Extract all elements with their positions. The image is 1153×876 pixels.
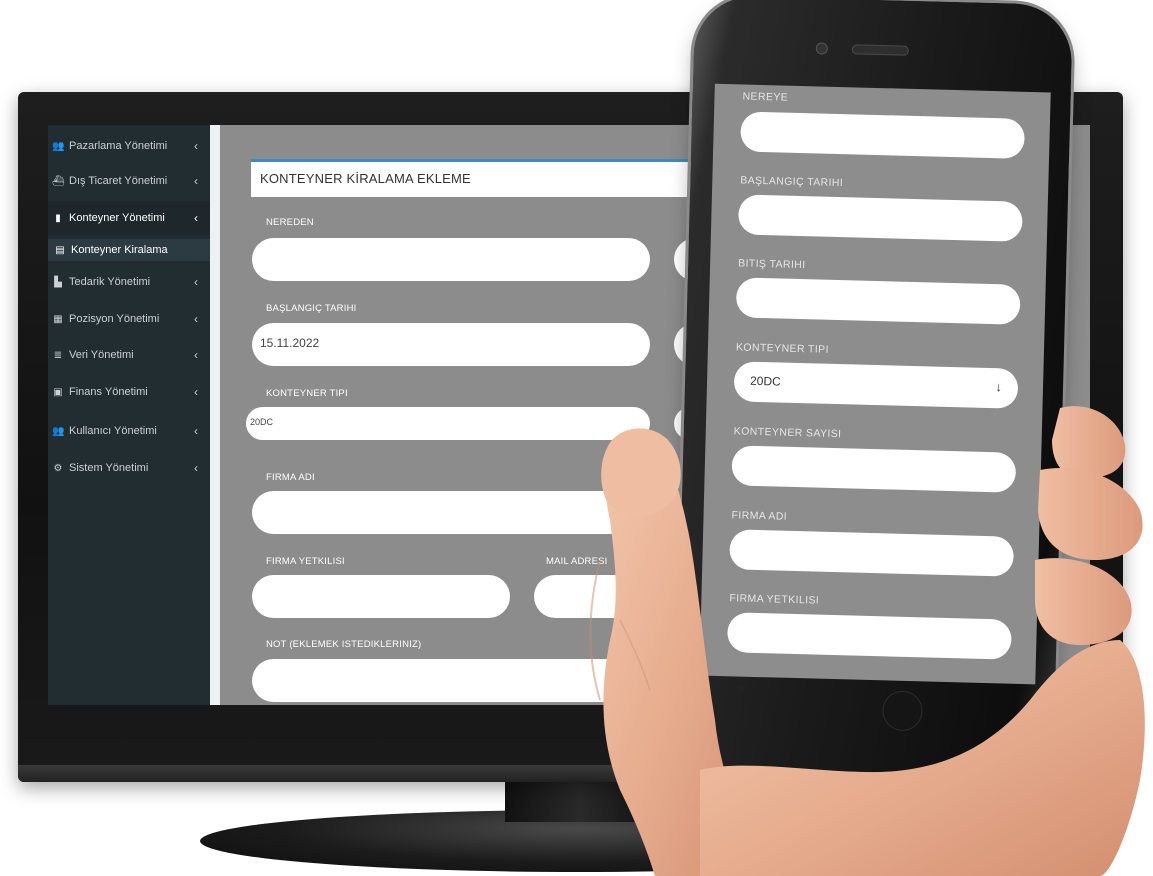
position-icon: ▦ xyxy=(53,313,63,325)
supply-icon: ▙ xyxy=(54,276,62,288)
speaker-grille xyxy=(851,44,909,56)
konteyner-tipi-label: KONTEYNER TIPI xyxy=(266,388,348,399)
users-icon: 👥 xyxy=(52,425,65,437)
firma-adi-label: FIRMA ADI xyxy=(731,509,788,523)
sidebar-item-label: Kullanıcı Yönetimi xyxy=(69,425,157,437)
file-icon: ▤ xyxy=(55,244,65,256)
baslangic-input[interactable]: 15.11.2022 xyxy=(252,323,650,366)
sidebar-item-tedarik[interactable]: ▙ Tedarik Yönetimi ‹ xyxy=(48,265,210,299)
chevron-left-icon: ‹ xyxy=(194,461,198,475)
chevron-left-icon: ‹ xyxy=(194,139,198,153)
firma-adi-input[interactable] xyxy=(252,491,650,534)
bitis-label: BITIŞ TARIHI xyxy=(738,257,806,272)
baslangic-input[interactable] xyxy=(737,194,1023,242)
camera-icon xyxy=(815,42,828,55)
sidebar-item-konteyner[interactable]: ▮ Konteyner Yönetimi ‹ xyxy=(48,201,210,235)
sidebar-item-label: Tedarik Yönetimi xyxy=(69,276,151,288)
sidebar-item-label: Dış Ticaret Yönetimi xyxy=(69,175,168,187)
sidebar-item-sistem[interactable]: ⚙ Sistem Yönetimi ‹ xyxy=(48,451,210,485)
konteyner-tipi-value: 20DC xyxy=(250,417,274,427)
ship-icon: ⛴ xyxy=(52,175,65,187)
nereden-label: NEREDEN xyxy=(266,217,314,228)
sidebar-subitem-konteyner-kiralama[interactable]: ▤ Konteyner Kiralama xyxy=(48,239,210,261)
firma-adi-label: FIRMA ADI xyxy=(266,472,315,483)
home-button[interactable] xyxy=(881,690,924,732)
sidebar-item-label: Veri Yönetimi xyxy=(69,349,134,361)
mail-adresi-label: MAIL ADRESI xyxy=(546,556,608,567)
sidebar-item-kullanici[interactable]: 👥 Kullanıcı Yönetimi ‹ xyxy=(48,414,210,448)
sidebar-item-veri[interactable]: ≣ Veri Yönetimi ‹ xyxy=(48,338,210,372)
smartphone: NEREYE BAŞLANGIÇ TARIHI BITIŞ TARIHI KON… xyxy=(674,0,1074,777)
baslangic-value: 15.11.2022 xyxy=(260,336,320,350)
firma-yetkilisi-label: FIRMA YETKILISI xyxy=(266,556,345,567)
firma-yetkilisi-input[interactable] xyxy=(726,612,1012,660)
baslangic-label: BAŞLANGIÇ TARIHI xyxy=(740,174,844,190)
firma-yetkilisi-input[interactable] xyxy=(252,575,510,618)
nereye-input[interactable] xyxy=(740,111,1026,159)
chevron-left-icon: ‹ xyxy=(194,348,198,362)
konteyner-tipi-value: 20DC xyxy=(749,373,781,389)
arrow-down-icon: ↓ xyxy=(995,379,1003,395)
database-icon: ≣ xyxy=(53,349,63,361)
sidebar-item-label: Sistem Yönetimi xyxy=(69,462,149,474)
content-edge xyxy=(210,125,220,705)
sidebar-item-label: Finans Yönetimi xyxy=(69,386,148,398)
sidebar: 👥 Pazarlama Yönetimi ‹ ⛴ Dış Ticaret Yön… xyxy=(48,125,210,705)
chevron-left-icon: ‹ xyxy=(194,275,198,289)
sidebar-item-dis-ticaret[interactable]: ⛴ Dış Ticaret Yönetimi ‹ xyxy=(48,164,210,198)
firma-yetkilisi-label: FIRMA YETKILISI xyxy=(729,592,820,607)
page-title: KONTEYNER KİRALAMA EKLEME xyxy=(260,171,471,186)
monitor-stand-neck xyxy=(505,782,655,822)
sidebar-item-finans[interactable]: ▣ Finans Yönetimi ‹ xyxy=(48,375,210,409)
sidebar-item-pazarlama[interactable]: 👥 Pazarlama Yönetimi ‹ xyxy=(48,129,210,163)
mobile-screen: NEREYE BAŞLANGIÇ TARIHI BITIŞ TARIHI KON… xyxy=(699,83,1051,685)
sidebar-item-label: Pazarlama Yönetimi xyxy=(69,140,168,152)
konteyner-sayisi-label: KONTEYNER SAYISI xyxy=(733,425,842,441)
konteyner-tipi-label: KONTEYNER TIPI xyxy=(735,341,830,356)
konteyner-sayisi-input[interactable] xyxy=(731,445,1017,493)
sidebar-item-label: Konteyner Yönetimi xyxy=(69,212,165,224)
container-icon: ▮ xyxy=(55,212,61,224)
money-icon: ▣ xyxy=(53,386,63,398)
not-label: NOT (EKLEMEK ISTEDIKLERINIZ) xyxy=(266,639,422,650)
konteyner-tipi-select[interactable]: 20DC ↓ xyxy=(733,361,1019,409)
chevron-left-icon: ‹ xyxy=(194,385,198,399)
bitis-input[interactable] xyxy=(735,277,1021,325)
konteyner-tipi-select[interactable]: 20DC xyxy=(246,407,650,440)
chevron-left-icon: ‹ xyxy=(194,424,198,438)
users-icon: 👥 xyxy=(52,140,65,152)
firma-adi-input[interactable] xyxy=(729,529,1015,577)
cogs-icon: ⚙ xyxy=(53,462,63,474)
chevron-left-icon: ‹ xyxy=(194,312,198,326)
mail-adresi-input[interactable] xyxy=(534,575,654,618)
nereye-label: NEREYE xyxy=(742,90,789,104)
not-input[interactable] xyxy=(252,659,650,702)
sensor-dot xyxy=(736,684,746,693)
sidebar-item-label: Pozisyon Yönetimi xyxy=(69,313,160,325)
sidebar-subitem-label: Konteyner Kiralama xyxy=(71,244,168,256)
chevron-left-icon: ‹ xyxy=(194,211,198,225)
baslangic-label: BAŞLANGIÇ TARIHI xyxy=(266,303,357,314)
nereden-input[interactable] xyxy=(252,238,650,281)
chevron-left-icon: ‹ xyxy=(194,174,198,188)
sidebar-item-pozisyon[interactable]: ▦ Pozisyon Yönetimi ‹ xyxy=(48,302,210,336)
